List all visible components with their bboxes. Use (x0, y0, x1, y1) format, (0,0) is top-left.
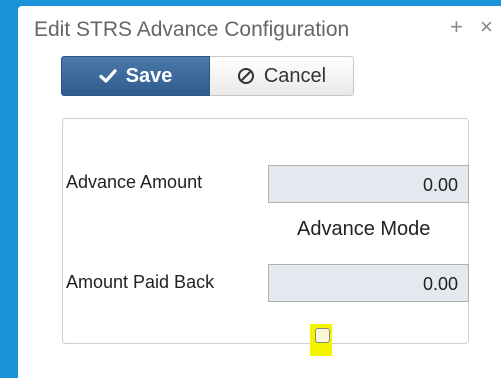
maximize-icon[interactable]: + (450, 16, 463, 38)
checkmark-icon (99, 69, 117, 83)
save-button[interactable]: Save (61, 56, 210, 96)
close-icon[interactable]: × (480, 16, 493, 38)
amount-paid-back-field[interactable]: 0.00 (268, 264, 469, 302)
advance-mode-label: Advance Mode (297, 218, 431, 240)
cancel-button[interactable]: Cancel (210, 56, 354, 96)
edit-dialog: Edit STRS Advance Configuration + × Save… (18, 6, 501, 378)
dialog-title: Edit STRS Advance Configuration (34, 18, 350, 41)
cancel-label: Cancel (263, 64, 327, 87)
form-panel: Advance Amount 0.00 Advance Mode Amount … (62, 118, 469, 356)
advance-mode-checkbox[interactable] (315, 328, 330, 343)
amount-paid-back-label: Amount Paid Back (66, 272, 215, 292)
ban-icon (237, 68, 254, 84)
save-label: Save (125, 64, 173, 87)
advance-amount-field[interactable]: 0.00 (268, 165, 469, 203)
toolbar: Save Cancel (61, 56, 354, 96)
advance-amount-label: Advance Amount (66, 172, 203, 192)
